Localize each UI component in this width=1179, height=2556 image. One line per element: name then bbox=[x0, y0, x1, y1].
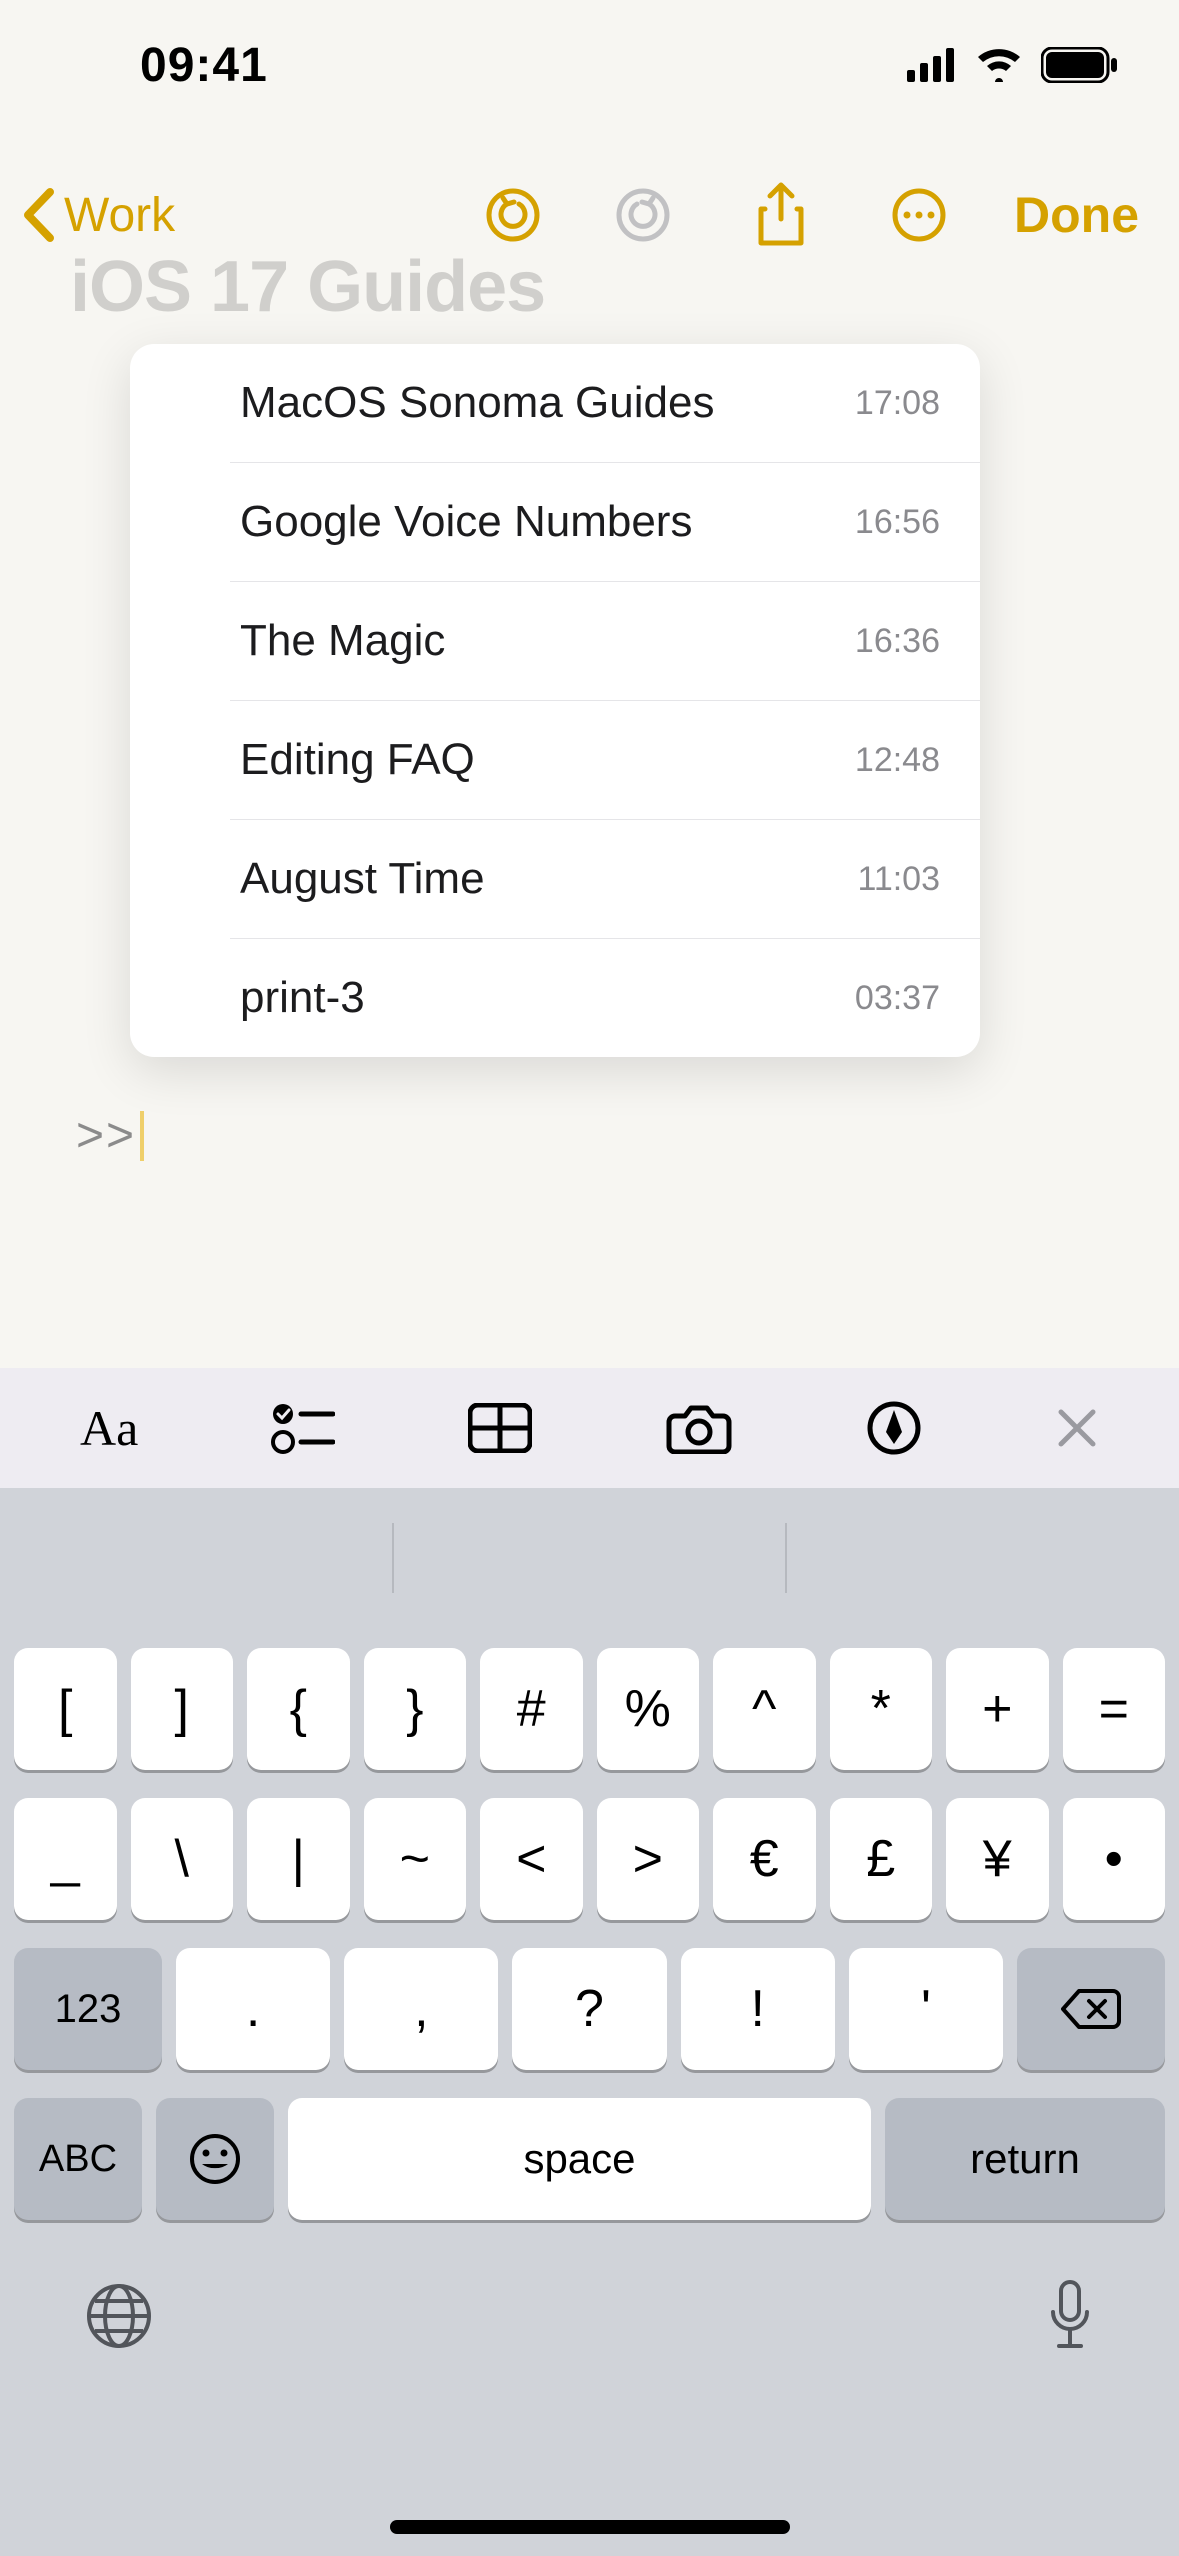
mic-icon bbox=[1045, 2278, 1095, 2354]
keyboard-suggestion-strip bbox=[0, 1488, 1179, 1628]
text-style-button[interactable]: Aa bbox=[80, 1399, 138, 1457]
key-question[interactable]: ? bbox=[512, 1948, 666, 2070]
more-button[interactable] bbox=[874, 187, 964, 243]
note-title-ghost: iOS 17 Guides bbox=[70, 246, 545, 328]
suggestion-title: Editing FAQ bbox=[240, 735, 475, 785]
key-period[interactable]: . bbox=[176, 1948, 330, 2070]
markup-button[interactable] bbox=[866, 1400, 922, 1456]
globe-button[interactable] bbox=[84, 2281, 154, 2356]
undo-button[interactable] bbox=[468, 187, 558, 243]
suggestion-row[interactable]: August Time 11:03 bbox=[130, 820, 980, 938]
done-button[interactable]: Done bbox=[1014, 186, 1139, 244]
dictation-button[interactable] bbox=[1045, 2278, 1095, 2359]
key-yen[interactable]: ¥ bbox=[946, 1798, 1049, 1920]
suggestion-time: 16:56 bbox=[855, 503, 940, 542]
divider bbox=[785, 1523, 787, 1593]
key-emoji[interactable] bbox=[156, 2098, 274, 2220]
suggestion-title: August Time bbox=[240, 854, 485, 904]
checklist-icon bbox=[271, 1402, 335, 1454]
wifi-icon bbox=[975, 48, 1023, 82]
suggestion-time: 11:03 bbox=[857, 860, 940, 899]
note-prefix: >> bbox=[76, 1108, 136, 1163]
key-equals[interactable]: = bbox=[1063, 1648, 1166, 1770]
redo-button bbox=[598, 187, 688, 243]
key-comma[interactable]: , bbox=[344, 1948, 498, 2070]
suggestion-title: The Magic bbox=[240, 616, 445, 666]
key-asterisk[interactable]: * bbox=[830, 1648, 933, 1770]
key-brace-right[interactable]: } bbox=[364, 1648, 467, 1770]
globe-icon bbox=[84, 2281, 154, 2351]
link-suggestions-popup: MacOS Sonoma Guides 17:08 Google Voice Nu… bbox=[130, 344, 980, 1057]
key-pound[interactable]: £ bbox=[830, 1798, 933, 1920]
suggestion-row[interactable]: The Magic 16:36 bbox=[130, 582, 980, 700]
suggestion-time: 16:36 bbox=[855, 622, 940, 661]
share-button[interactable] bbox=[736, 181, 826, 249]
share-icon bbox=[754, 181, 808, 249]
suggestion-title: Google Voice Numbers bbox=[240, 497, 692, 547]
cellular-icon bbox=[907, 48, 957, 82]
keyboard: [ ] { } # % ^ * + = _ \ | ~ < > € £ ¥ • … bbox=[0, 1628, 1179, 2556]
table-button[interactable] bbox=[468, 1403, 532, 1453]
chevron-left-icon bbox=[20, 188, 60, 242]
key-gt[interactable]: > bbox=[597, 1798, 700, 1920]
key-percent[interactable]: % bbox=[597, 1648, 700, 1770]
suggestion-time: 17:08 bbox=[855, 384, 940, 423]
status-time: 09:41 bbox=[140, 38, 268, 93]
key-bracket-left[interactable]: [ bbox=[14, 1648, 117, 1770]
note-input-line[interactable]: >> bbox=[76, 1108, 144, 1163]
close-icon bbox=[1055, 1406, 1099, 1450]
key-bracket-right[interactable]: ] bbox=[131, 1648, 234, 1770]
suggestion-row[interactable]: Editing FAQ 12:48 bbox=[130, 701, 980, 819]
key-backspace[interactable] bbox=[1017, 1948, 1165, 2070]
back-button[interactable]: Work bbox=[20, 188, 175, 243]
pen-circle-icon bbox=[866, 1400, 922, 1456]
key-backslash[interactable]: \ bbox=[131, 1798, 234, 1920]
suggestion-title: print-3 bbox=[240, 973, 365, 1023]
key-plus[interactable]: + bbox=[946, 1648, 1049, 1770]
suggestion-row[interactable]: Google Voice Numbers 16:56 bbox=[130, 463, 980, 581]
ellipsis-circle-icon bbox=[891, 187, 947, 243]
key-underscore[interactable]: _ bbox=[14, 1798, 117, 1920]
keyboard-toolbar: Aa bbox=[0, 1368, 1179, 1488]
key-brace-left[interactable]: { bbox=[247, 1648, 350, 1770]
suggestion-row[interactable]: MacOS Sonoma Guides 17:08 bbox=[130, 344, 980, 462]
divider bbox=[392, 1523, 394, 1593]
status-indicators bbox=[907, 47, 1119, 83]
suggestion-title: MacOS Sonoma Guides bbox=[240, 378, 714, 428]
key-caret[interactable]: ^ bbox=[713, 1648, 816, 1770]
key-hash[interactable]: # bbox=[480, 1648, 583, 1770]
backspace-icon bbox=[1061, 1987, 1121, 2031]
text-caret bbox=[140, 1111, 144, 1161]
key-exclaim[interactable]: ! bbox=[681, 1948, 835, 2070]
camera-button[interactable] bbox=[665, 1402, 733, 1454]
redo-icon bbox=[615, 187, 671, 243]
key-space[interactable]: space bbox=[288, 2098, 871, 2220]
suggestion-row[interactable]: print-3 03:37 bbox=[130, 939, 980, 1057]
key-tilde[interactable]: ~ bbox=[364, 1798, 467, 1920]
undo-icon bbox=[485, 187, 541, 243]
key-abc[interactable]: ABC bbox=[14, 2098, 142, 2220]
back-label: Work bbox=[64, 188, 175, 243]
checklist-button[interactable] bbox=[271, 1402, 335, 1454]
camera-icon bbox=[665, 1402, 733, 1454]
table-icon bbox=[468, 1403, 532, 1453]
key-return[interactable]: return bbox=[885, 2098, 1165, 2220]
key-123[interactable]: 123 bbox=[14, 1948, 162, 2070]
key-bullet[interactable]: • bbox=[1063, 1798, 1166, 1920]
emoji-icon bbox=[188, 2132, 242, 2186]
key-pipe[interactable]: | bbox=[247, 1798, 350, 1920]
suggestion-time: 12:48 bbox=[855, 741, 940, 780]
key-apostrophe[interactable]: ' bbox=[849, 1948, 1003, 2070]
key-euro[interactable]: € bbox=[713, 1798, 816, 1920]
suggestion-time: 03:37 bbox=[855, 979, 940, 1018]
key-lt[interactable]: < bbox=[480, 1798, 583, 1920]
close-toolbar-button[interactable] bbox=[1055, 1406, 1099, 1450]
home-indicator[interactable] bbox=[390, 2520, 790, 2534]
battery-icon bbox=[1041, 47, 1119, 83]
status-bar: 09:41 bbox=[0, 0, 1179, 130]
